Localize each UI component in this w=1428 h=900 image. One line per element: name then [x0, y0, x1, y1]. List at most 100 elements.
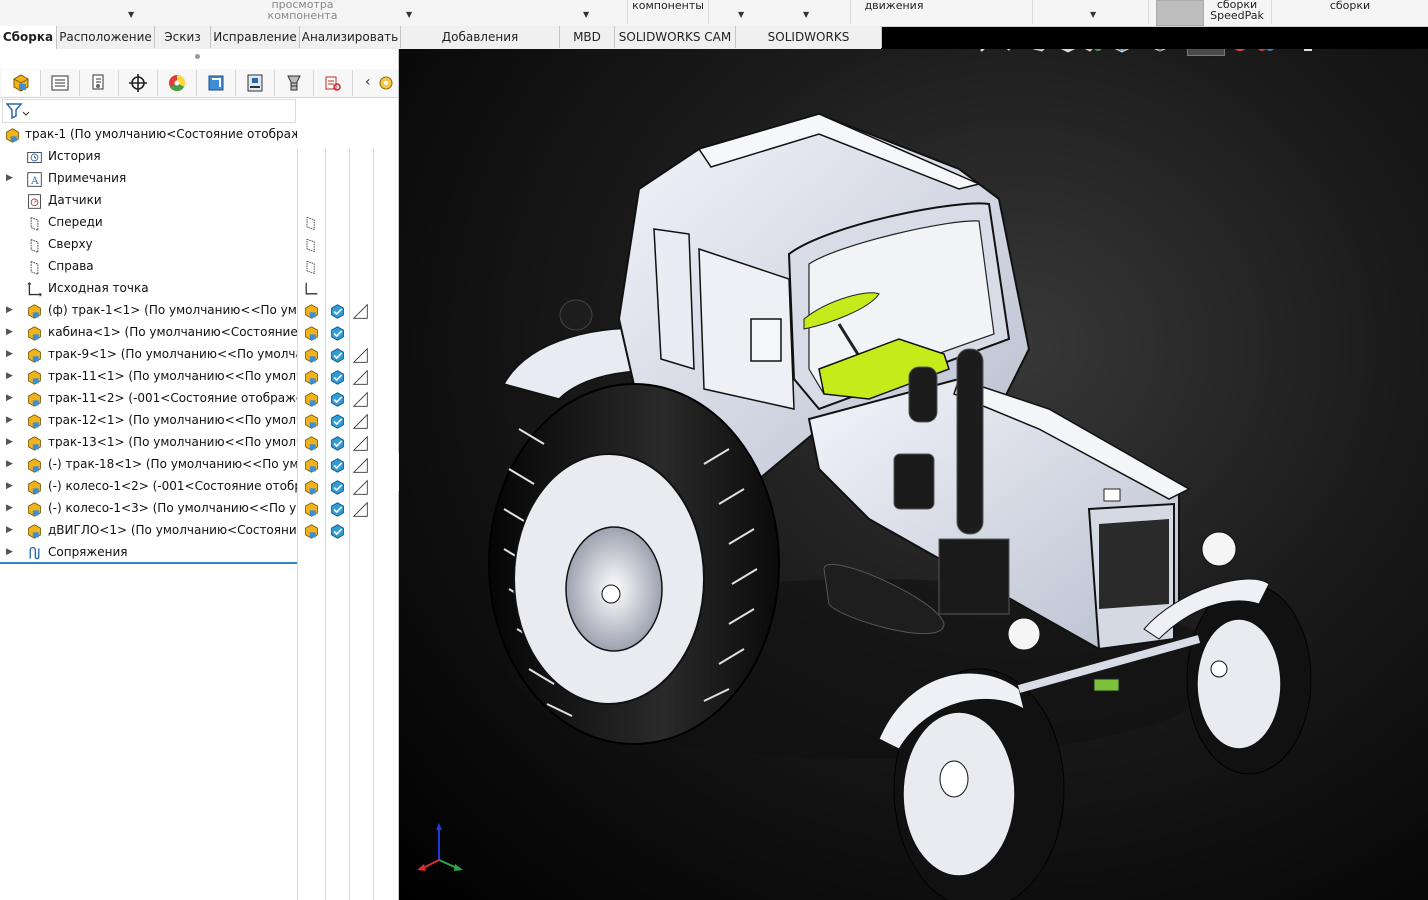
tab-cam[interactable]: SOLIDWORKS CAM [615, 26, 736, 48]
expand-arrow-icon[interactable]: ▶ [6, 327, 13, 337]
display-state-icon[interactable] [329, 413, 346, 430]
tree-item-component[interactable]: ▶ трак-11<1> (По умолчанию<<По умолчани [0, 366, 398, 388]
tree-item-top-plane[interactable]: Сверху [0, 234, 398, 256]
tree-item-component[interactable]: ▶ трак-12<1> (По умолчанию<<По умолчани [0, 410, 398, 432]
expand-arrow-icon[interactable]: ▶ [6, 481, 13, 491]
tree-item-origin[interactable]: Исходная точка [0, 278, 398, 300]
tree-item-annotations[interactable]: ▶ A Примечания [0, 168, 398, 190]
tree-item-component[interactable]: ▶ (-) трак-18<1> (По умолчанию<<По умолча [0, 454, 398, 476]
configuration-icon[interactable] [303, 303, 320, 320]
sketch-triangle-icon[interactable] [352, 347, 369, 364]
sketch-triangle-icon[interactable] [352, 369, 369, 386]
sketch-triangle-icon[interactable] [352, 457, 369, 474]
configuration-icon[interactable] [303, 369, 320, 386]
appearance-icon[interactable] [377, 74, 395, 92]
sketch-triangle-icon[interactable] [352, 391, 369, 408]
panel-grip[interactable] [195, 54, 200, 59]
display-state-icon[interactable] [329, 347, 346, 364]
tab-inspection[interactable]: SOLIDWORKS Inspection [736, 26, 882, 66]
sketch-triangle-icon[interactable] [352, 435, 369, 452]
configuration-icon[interactable] [303, 325, 320, 342]
expand-arrow-icon[interactable]: ▶ [6, 349, 13, 359]
tab-sketch[interactable]: Эскиз [155, 26, 211, 48]
propertymanager-tab[interactable] [41, 70, 80, 96]
display-state-icon[interactable] [329, 523, 346, 540]
cam-operation-tab[interactable] [236, 70, 275, 96]
ribbon-dropdown-1[interactable]: ▼ [125, 0, 139, 26]
tree-item-component[interactable]: ▶ (-) колесо-1<3> (По умолчанию<<По умолч [0, 498, 398, 520]
ribbon-gray-button[interactable] [1156, 0, 1204, 26]
tab-layout[interactable]: Расположение [57, 26, 155, 48]
tab-addins[interactable]: Добавления SOLIDWORKS [401, 26, 560, 66]
tree-item-component[interactable]: ▶ трак-9<1> (По умолчанию<<По умолчанию [0, 344, 398, 366]
tree-item-mates[interactable]: ▶ Сопряжения [0, 542, 398, 564]
configurationmanager-tab[interactable] [80, 70, 119, 96]
dimxpert-tab[interactable] [119, 70, 158, 96]
sketch-triangle-icon[interactable] [352, 479, 369, 496]
ribbon-dropdown-5[interactable]: ▼ [800, 0, 814, 26]
cam-tool-tab[interactable] [275, 70, 314, 96]
expand-arrow-icon[interactable]: ▶ [6, 525, 13, 535]
tab-evaluate[interactable]: Анализировать [300, 26, 401, 48]
display-state-icon[interactable] [329, 435, 346, 452]
display-state-icon[interactable] [329, 391, 346, 408]
sketch-triangle-icon[interactable] [352, 303, 369, 320]
tree-root[interactable]: трак-1 (По умолчанию<Состояние отображен… [0, 124, 398, 146]
inspection-tab[interactable] [314, 70, 353, 96]
configuration-icon[interactable] [303, 457, 320, 474]
expand-arrow-icon[interactable]: ▶ [6, 173, 13, 183]
tab-assembly[interactable]: Сборка [0, 26, 57, 49]
expand-arrow-icon[interactable]: ▶ [6, 393, 13, 403]
expand-arrow-icon[interactable]: ▶ [6, 547, 13, 557]
sketch-triangle-icon[interactable] [352, 501, 369, 518]
featuremanager-tab[interactable] [2, 70, 41, 96]
tree-item-component[interactable]: ▶ (-) колесо-1<2> (-001<Состояние отображ… [0, 476, 398, 498]
ribbon-dropdown-2[interactable]: ▼ [403, 0, 417, 26]
ribbon-components-group[interactable]: компоненты [630, 0, 706, 26]
tree-item-component[interactable]: ▶ дВИГЛО<1> (По умолчанию<Состояние ото [0, 520, 398, 542]
ribbon-preview-group[interactable]: просмотра компонента [255, 0, 350, 26]
tab-mbd[interactable]: MBD [560, 26, 615, 48]
display-state-icon[interactable] [329, 457, 346, 474]
tractor-model[interactable] [399, 49, 1428, 900]
plane-visibility-icon[interactable] [303, 259, 319, 275]
expand-arrow-icon[interactable]: ▶ [6, 305, 13, 315]
display-state-icon[interactable] [329, 325, 346, 342]
display-state-icon[interactable] [329, 479, 346, 496]
tree-item-history[interactable]: История [0, 146, 398, 168]
expand-arrow-icon[interactable]: ▶ [6, 459, 13, 469]
display-state-icon[interactable] [329, 369, 346, 386]
ribbon-assembly-group[interactable]: сборки [1320, 0, 1380, 26]
tree-item-component[interactable]: ▶ кабина<1> (По умолчанию<Состояние отоб [0, 322, 398, 344]
plane-visibility-icon[interactable] [303, 237, 319, 253]
plane-visibility-icon[interactable] [303, 215, 319, 231]
ribbon-dropdown-3[interactable]: ▼ [580, 0, 594, 26]
ribbon-motion-group[interactable]: движения [852, 0, 936, 26]
configuration-icon[interactable] [303, 347, 320, 364]
ribbon-speedpak-group[interactable]: сборки SpeedPak [1204, 0, 1270, 26]
expand-arrow-icon[interactable]: ▶ [6, 437, 13, 447]
configuration-icon[interactable] [303, 523, 320, 540]
tree-item-component[interactable]: ▶ трак-13<1> (По умолчанию<<По умолчани [0, 432, 398, 454]
graphics-viewport[interactable]: ▼ ▼ ▼ ▼ ▼ [399, 49, 1428, 900]
configuration-icon[interactable] [303, 391, 320, 408]
ribbon-dropdown-4[interactable]: ▼ [735, 0, 749, 26]
cam-tab[interactable] [197, 70, 236, 96]
chevron-left-icon[interactable]: ‹ [365, 74, 371, 90]
tree-item-right-plane[interactable]: Справа [0, 256, 398, 278]
tree-filter[interactable] [2, 99, 296, 123]
tree-item-component[interactable]: ▶ трак-11<2> (-001<Состояние отображения-… [0, 388, 398, 410]
configuration-icon[interactable] [303, 435, 320, 452]
display-state-icon[interactable] [329, 303, 346, 320]
displaymanager-tab[interactable] [158, 70, 197, 96]
tab-markup[interactable]: Исправление [211, 26, 300, 48]
expand-arrow-icon[interactable]: ▶ [6, 415, 13, 425]
origin-visibility-icon[interactable] [303, 281, 319, 297]
configuration-icon[interactable] [303, 501, 320, 518]
tree-item-front-plane[interactable]: Спереди [0, 212, 398, 234]
sketch-triangle-icon[interactable] [352, 413, 369, 430]
ribbon-dropdown-6[interactable]: ▼ [1087, 0, 1101, 26]
configuration-icon[interactable] [303, 413, 320, 430]
tree-item-component[interactable]: ▶ (ф) трак-1<1> (По умолчанию<<По умолча [0, 300, 398, 322]
tree-item-sensors[interactable]: Датчики [0, 190, 398, 212]
